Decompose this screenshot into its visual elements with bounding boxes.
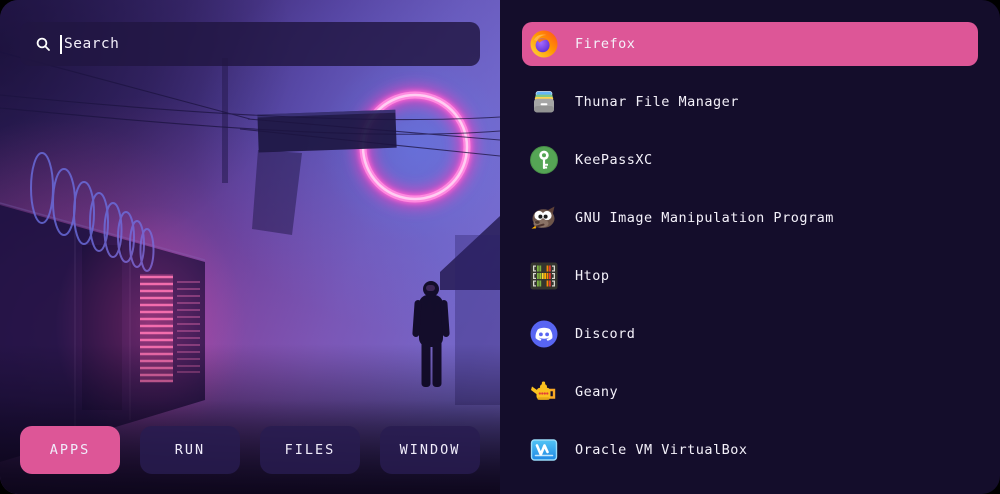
gimp-icon	[528, 202, 560, 234]
app-row-thunar[interactable]: Thunar File Manager	[522, 80, 978, 124]
virtualbox-icon	[528, 434, 560, 466]
search-icon	[35, 36, 51, 52]
mode-tabs: APPS RUN FILES WINDOW	[20, 426, 480, 474]
text-caret	[60, 35, 62, 54]
tab-run[interactable]: RUN	[140, 426, 240, 474]
app-row-firefox[interactable]: Firefox	[522, 22, 978, 66]
keepassxc-icon	[528, 144, 560, 176]
app-row-htop[interactable]: Htop	[522, 254, 978, 298]
search-input[interactable]	[64, 36, 465, 52]
tab-apps[interactable]: APPS	[20, 426, 120, 474]
app-label: Geany	[575, 384, 618, 400]
app-label: Firefox	[575, 36, 635, 52]
app-row-geany[interactable]: Geany	[522, 370, 978, 414]
app-label: Thunar File Manager	[575, 94, 739, 110]
app-label: Htop	[575, 268, 610, 284]
tab-window[interactable]: WINDOW	[380, 426, 480, 474]
app-row-keepassxc[interactable]: KeePassXC	[522, 138, 978, 182]
discord-icon	[528, 318, 560, 350]
app-list-panel: Firefox Thunar File Manager KeePassXC GNU I…	[500, 0, 1000, 494]
thunar-icon	[528, 86, 560, 118]
app-row-discord[interactable]: Discord	[522, 312, 978, 356]
search-bar[interactable]	[20, 22, 480, 66]
tab-files[interactable]: FILES	[260, 426, 360, 474]
wallpaper-scene: APPS RUN FILES WINDOW	[0, 0, 500, 494]
htop-icon	[528, 260, 560, 292]
app-label: KeePassXC	[575, 152, 653, 168]
app-label: Oracle VM VirtualBox	[575, 442, 748, 458]
geany-icon	[528, 376, 560, 408]
app-row-virtualbox[interactable]: Oracle VM VirtualBox	[522, 428, 978, 472]
app-label: Discord	[575, 326, 635, 342]
launcher-window: APPS RUN FILES WINDOW Firefox Thunar File Ma…	[0, 0, 1000, 494]
firefox-icon	[528, 28, 560, 60]
app-row-gimp[interactable]: GNU Image Manipulation Program	[522, 196, 978, 240]
app-label: GNU Image Manipulation Program	[575, 210, 834, 226]
